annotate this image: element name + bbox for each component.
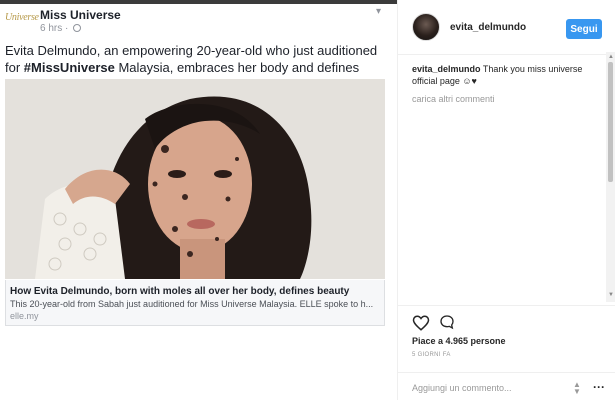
fb-page-name: Miss Universe bbox=[40, 8, 121, 22]
add-comment-bar: ▲▼ ··· bbox=[398, 372, 615, 400]
load-more-comments-link[interactable]: carica altri commenti bbox=[412, 94, 602, 104]
comment-username[interactable]: evita_delmundo bbox=[412, 64, 481, 74]
heart-icon[interactable] bbox=[412, 314, 430, 332]
comment-icon[interactable] bbox=[439, 314, 455, 330]
avatar[interactable] bbox=[412, 13, 440, 41]
fb-post-header: Universe Miss Universe 6 hrs · ▾ bbox=[0, 4, 397, 40]
instagram-post-panel: evita_delmundo Segui evita_delmundo Than… bbox=[397, 0, 615, 400]
scroll-down-icon[interactable]: ▼ bbox=[608, 292, 614, 298]
portrait-illustration bbox=[5, 79, 385, 279]
link-domain: elle.my bbox=[10, 311, 39, 321]
post-image: Universe Miss Universe 6 hrs · ▾ Evita D… bbox=[0, 0, 397, 400]
username[interactable]: evita_delmundo bbox=[450, 22, 526, 33]
portrait-photo bbox=[5, 79, 385, 279]
separator-dot: · bbox=[65, 23, 72, 34]
link-description: This 20-year-old from Sabah just auditio… bbox=[10, 299, 374, 309]
miss-universe-logo: Universe bbox=[5, 12, 39, 23]
link-preview-card: How Evita Delmundo, born with moles all … bbox=[5, 280, 385, 326]
follow-button[interactable]: Segui bbox=[566, 19, 602, 39]
fb-hashtag: #MissUniverse bbox=[23, 60, 115, 75]
link-title: How Evita Delmundo, born with moles all … bbox=[10, 286, 350, 297]
scroll-up-icon[interactable]: ▲ bbox=[608, 54, 614, 60]
likes-count[interactable]: Piace a 4.965 persone bbox=[412, 336, 506, 346]
add-comment-input[interactable] bbox=[412, 382, 562, 394]
comment-item: evita_delmundo Thank you miss universe o… bbox=[412, 63, 602, 87]
chevron-down-icon: ▾ bbox=[376, 6, 382, 17]
post-actions: Piace a 4.965 persone 5 GIORNI FA ▲▼ ··· bbox=[398, 305, 615, 400]
comments-list: evita_delmundo Thank you miss universe o… bbox=[412, 63, 602, 104]
fb-post-time: 6 hrs bbox=[40, 23, 63, 34]
resize-icon[interactable]: ▲ ▼ bbox=[573, 381, 581, 396]
more-icon[interactable]: ··· bbox=[593, 380, 605, 394]
scrollbar-thumb[interactable] bbox=[608, 62, 613, 182]
post-date: 5 GIORNI FA bbox=[412, 352, 451, 358]
post-header: evita_delmundo Segui bbox=[398, 0, 615, 55]
fb-post-meta: 6 hrs · bbox=[40, 23, 82, 34]
globe-icon bbox=[73, 24, 82, 32]
